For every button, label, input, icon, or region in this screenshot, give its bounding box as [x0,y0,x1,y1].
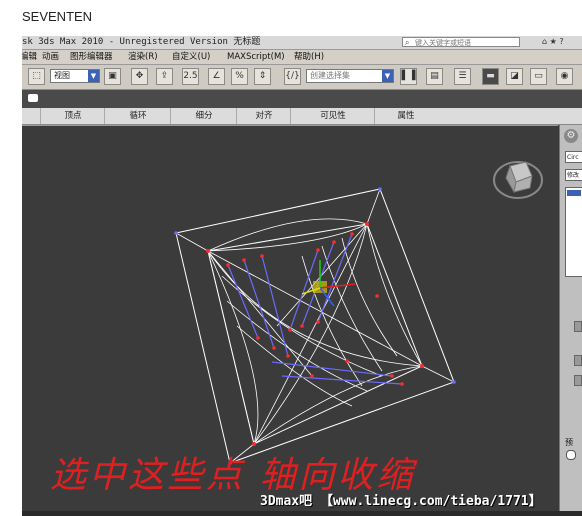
menu-help[interactable]: 帮助(H) [294,50,324,64]
tab-subdivision[interactable]: 细分 [170,108,237,124]
menu-bar: 编辑 动画 图形编辑器 渲染(R) 自定义(U) MAXScript(M) 帮助… [22,50,582,65]
preset-label: 预 [565,438,573,447]
post-caption: SEVENTEN [22,9,93,24]
tab-properties[interactable]: 属性 [374,108,437,124]
tab-loop[interactable]: 循环 [104,108,171,124]
named-selection-set-value: 创建选择集 [310,71,350,80]
layer-manager-icon[interactable]: ☰ [454,68,471,85]
menu-maxscript[interactable]: MAXScript(M) [227,50,285,64]
tab-vertex[interactable]: 顶点 [40,108,105,124]
modifier-stack-list[interactable] [565,187,582,277]
graphite-tools-icon[interactable]: ▬ [482,68,499,85]
schematic-view-icon[interactable]: ▭ [530,68,547,85]
edit-named-selection-icon[interactable]: {/} [284,68,301,85]
reference-coord-value: 视图 [54,71,70,80]
named-selection-set-select[interactable]: 创建选择集 ▼ [306,69,394,83]
angle-snap-icon[interactable]: ∠ [208,68,225,85]
reference-coord-select[interactable]: 视图 ▼ [50,69,100,83]
menu-animation[interactable]: 动画 [42,50,59,64]
spinner-snap-icon[interactable]: ⇕ [254,68,271,85]
search-icon: ⌕ [405,38,410,47]
subobject-ribbon: 顶点 循环 细分 对齐 可见性 属性 [22,108,582,125]
chevron-down-icon: ▼ [88,70,99,82]
gear-icon[interactable]: ⚙ [564,129,578,143]
window-title: sk 3ds Max 2010 - Unregistered Version 无… [22,37,261,47]
viewcube-icon[interactable] [492,154,544,202]
menu-customize[interactable]: 自定义(U) [172,50,210,64]
vertices [206,222,424,446]
pivot-icon[interactable]: ▣ [104,68,121,85]
title-bar: sk 3ds Max 2010 - Unregistered Version 无… [22,36,582,50]
title-bar-icons[interactable]: ⌂ ★ ? [542,37,564,46]
status-edge [22,511,582,516]
menu-rendering[interactable]: 渲染(R) [128,50,158,64]
inner-wire [175,188,455,464]
object-name-field[interactable]: Circ [565,151,582,163]
align-icon[interactable]: ▤ [426,68,443,85]
menu-graph-editors[interactable]: 图形编辑器 [70,50,113,64]
transform-gizmo[interactable] [301,260,356,307]
keyboard-shortcut-icon[interactable]: ⇪ [156,68,173,85]
modifier-list-field[interactable]: 修改 [565,169,582,181]
rollout-handle-2[interactable] [574,375,582,386]
ribbon-toggle-icon[interactable] [28,94,38,102]
command-panel: ⚙ Circ 修改 预 [559,125,582,516]
stack-selected-row [567,190,581,196]
snap-2-5-icon[interactable]: 2.5 [182,68,199,85]
stack-scroll-handle[interactable] [574,321,582,332]
menu-edit[interactable]: 编辑 [22,50,37,64]
chevron-down-icon: ▼ [382,70,393,82]
select-region-icon[interactable]: ⬚ [28,68,45,85]
percent-snap-icon[interactable]: % [231,68,248,85]
tab-visibility[interactable]: 可见性 [290,108,375,124]
rollout-handle[interactable] [574,355,582,366]
material-editor-icon[interactable]: ◉ [556,68,573,85]
manipulate-icon[interactable]: ✥ [131,68,148,85]
graphite-ribbon-strip [22,90,582,108]
mirror-icon[interactable]: ▌▐ [400,68,417,85]
site-watermark: 3Dmax吧 【www.linecg.com/tieba/1771】 [260,494,542,509]
max-screenshot: sk 3ds Max 2010 - Unregistered Version 无… [22,36,582,516]
main-toolbar: ⬚ 视图 ▼ ▣ ✥ ⇪ 2.5 ∠ % ⇕ {/} 创建选择集 ▼ ▌▐ ▤ … [22,65,582,90]
search-placeholder: 键入关键字或短语 [415,39,471,47]
tab-align[interactable]: 对齐 [236,108,291,124]
curve-editor-icon[interactable]: ◪ [506,68,523,85]
preset-radio[interactable] [566,450,576,460]
search-input[interactable]: ⌕ 键入关键字或短语 [402,37,520,47]
